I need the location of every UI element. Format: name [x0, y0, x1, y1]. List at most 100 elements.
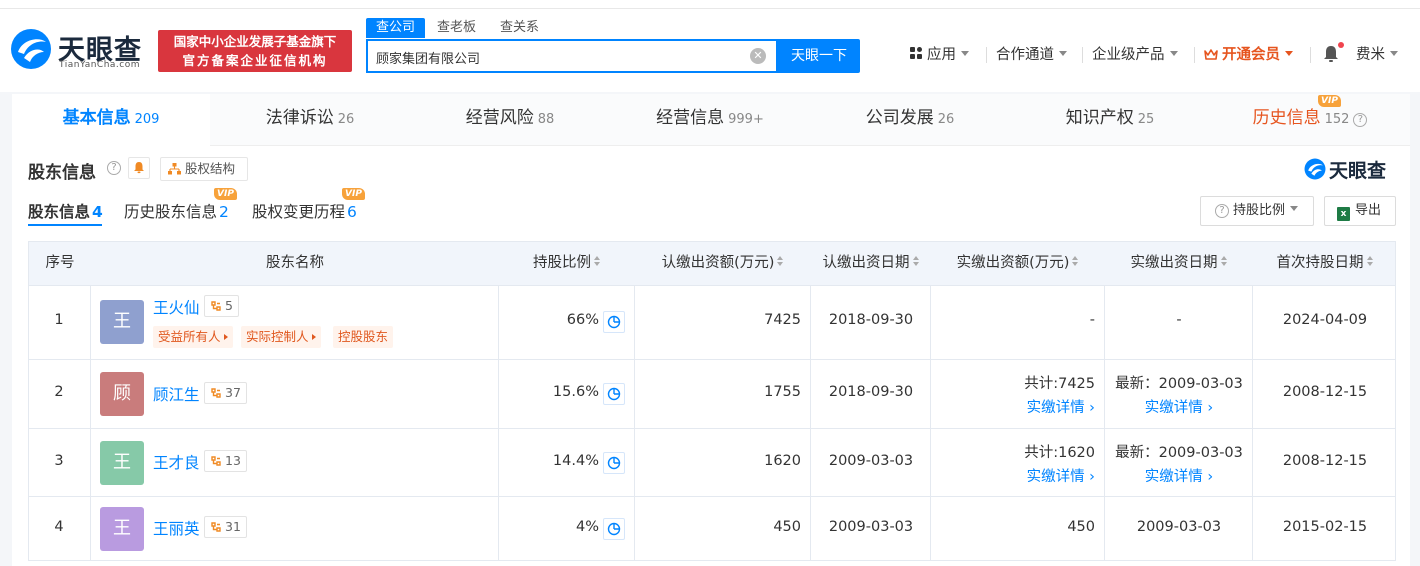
- sort-icon: [1220, 256, 1228, 268]
- top-header: 天眼查 TianYanCha.com 国家中小企业发展子基金旗下 官方备案企业征…: [0, 0, 1420, 92]
- paid-detail-link[interactable]: 实缴详情 ›: [931, 465, 1095, 486]
- ratio-chart-button[interactable]: [603, 311, 625, 333]
- tag-beneficial-owner[interactable]: 受益所有人: [153, 326, 233, 348]
- tab-count: 152: [1324, 112, 1350, 127]
- subtab-shareholders[interactable]: 股东信息 4: [28, 200, 103, 222]
- subtab-label: 历史股东信息: [124, 203, 218, 221]
- sort-icon: [912, 256, 920, 268]
- shareholder-name-link[interactable]: 王才良: [153, 451, 200, 473]
- paid-date: 最新：2009-03-03: [1115, 376, 1243, 392]
- header-paid-date[interactable]: 实缴出资日期: [1105, 242, 1253, 285]
- paid-date-detail-link[interactable]: 实缴详情 ›: [1105, 465, 1253, 486]
- nav-channel[interactable]: 合作通道: [996, 44, 1067, 66]
- column-divider: [1104, 429, 1105, 496]
- nav-vip[interactable]: 开通会员: [1204, 44, 1293, 66]
- clear-icon[interactable]: ✕: [750, 48, 766, 64]
- column-divider: [810, 429, 811, 496]
- equity-structure-button[interactable]: 股权结构: [160, 157, 248, 181]
- avatar[interactable]: 王: [100, 300, 144, 344]
- search-tab-relation[interactable]: 查关系: [500, 18, 539, 38]
- tab-development[interactable]: 公司发展 26: [810, 94, 1010, 146]
- avatar[interactable]: 王: [100, 441, 144, 485]
- avatar[interactable]: 顾: [100, 372, 144, 416]
- subscribed-amount: 1620: [764, 453, 801, 469]
- header-sub-date[interactable]: 认缴出资日期: [811, 242, 931, 285]
- ratio-filter-dropdown[interactable]: ? 持股比例: [1200, 196, 1314, 226]
- header-subscribed[interactable]: 认缴出资额(万元): [635, 242, 811, 285]
- paid-date: -: [1176, 312, 1182, 328]
- paid-date-detail-link[interactable]: 实缴详情 ›: [1105, 396, 1253, 417]
- search-tab-company[interactable]: 查公司: [366, 18, 426, 38]
- header-paid[interactable]: 实缴出资额(万元): [931, 242, 1105, 285]
- subtab-equity-changes[interactable]: 股权变更历程 6: [252, 200, 357, 222]
- header-index: 序号: [45, 255, 75, 271]
- vip-badge: VIP: [342, 188, 365, 200]
- column-divider: [498, 360, 499, 428]
- tab-ip[interactable]: 知识产权 25: [1010, 94, 1210, 146]
- column-divider: [810, 497, 811, 560]
- tianyancha-logo[interactable]: 天眼查 TianYanCha.com: [10, 28, 150, 74]
- relation-count: 37: [225, 385, 241, 400]
- subtab-history-shareholders[interactable]: 历史股东信息 2: [124, 200, 229, 222]
- header-ratio[interactable]: 持股比例: [499, 242, 635, 285]
- tab-risk[interactable]: 经营风险 88: [410, 94, 610, 146]
- relation-count-badge[interactable]: 37: [204, 382, 247, 404]
- subscribe-button[interactable]: [128, 157, 150, 179]
- nav-enterprise[interactable]: 企业级产品: [1092, 44, 1178, 66]
- paid-amount: -: [1089, 312, 1095, 328]
- tab-label: 公司发展: [865, 108, 934, 128]
- shareholder-name-link[interactable]: 王丽英: [153, 517, 200, 539]
- search-input[interactable]: [376, 47, 736, 67]
- search-button[interactable]: 天眼一下: [778, 39, 860, 73]
- paid-date: 最新：2009-03-03: [1115, 445, 1243, 461]
- tab-basic-info[interactable]: 基本信息 209: [12, 94, 210, 146]
- tag-actual-controller[interactable]: 实际控制人: [241, 326, 321, 348]
- top-divider: [0, 8, 1420, 9]
- pie-chart-icon: [607, 387, 621, 401]
- header-first-date[interactable]: 首次持股日期: [1253, 242, 1397, 285]
- search-tab-boss[interactable]: 查老板: [437, 18, 476, 38]
- shareholder-name-link[interactable]: 王火仙: [153, 296, 200, 318]
- nav-divider: [1194, 47, 1195, 63]
- row-index: 4: [54, 519, 64, 535]
- column-divider: [90, 429, 91, 496]
- tag-label: 控股股东: [338, 329, 389, 344]
- official-badge[interactable]: 国家中小企业发展子基金旗下 官方备案企业征信机构: [158, 30, 352, 72]
- relation-count-badge[interactable]: 13: [204, 450, 247, 472]
- tab-history[interactable]: 历史信息 152?: [1210, 94, 1410, 146]
- column-divider: [90, 286, 91, 359]
- tag-label: 受益所有人: [158, 329, 221, 344]
- tab-legal[interactable]: 法律诉讼 26: [210, 94, 410, 146]
- ratio-chart-button[interactable]: [603, 518, 625, 540]
- column-divider: [634, 429, 635, 496]
- relation-count-badge[interactable]: 31: [204, 516, 247, 538]
- relation-count-badge[interactable]: 5: [204, 295, 239, 317]
- tab-count: 26: [337, 112, 355, 127]
- paid-amount: 共计:7425: [1024, 376, 1095, 392]
- shareholder-name-link[interactable]: 顾江生: [153, 383, 200, 405]
- subtab-count: 2: [219, 203, 229, 221]
- pie-chart-icon: [607, 456, 621, 470]
- tab-label: 法律诉讼: [265, 108, 334, 128]
- export-button[interactable]: x 导出: [1324, 196, 1396, 226]
- help-icon[interactable]: ?: [1353, 113, 1368, 127]
- notification-bell-icon[interactable]: [1322, 44, 1340, 64]
- help-icon[interactable]: ?: [107, 161, 121, 175]
- nav-apps[interactable]: 应用: [910, 44, 969, 66]
- relation-count: 31: [225, 519, 241, 534]
- avatar[interactable]: 王: [100, 507, 144, 551]
- table-row: 3 王 王才良 13 14.4% 1620 2009-03-03 共计:1620…: [28, 429, 1396, 497]
- row-index: 2: [54, 384, 64, 400]
- tab-operation[interactable]: 经营信息 999+: [610, 94, 810, 146]
- ratio-chart-button[interactable]: [603, 383, 625, 405]
- column-divider: [1252, 497, 1253, 560]
- nav-user[interactable]: 费米: [1356, 44, 1398, 66]
- ratio-chart-button[interactable]: [603, 452, 625, 474]
- tab-count: 999+: [728, 112, 764, 127]
- column-divider: [810, 286, 811, 359]
- table-row: 4 王 王丽英 31 4% 450 2009-03-03 450 2009-03…: [28, 497, 1396, 561]
- paid-detail-link[interactable]: 实缴详情 ›: [931, 396, 1095, 417]
- brand-watermark: 天眼查: [1304, 156, 1399, 182]
- holding-ratio: 14.4%: [552, 453, 599, 469]
- nav-divider: [1310, 47, 1311, 63]
